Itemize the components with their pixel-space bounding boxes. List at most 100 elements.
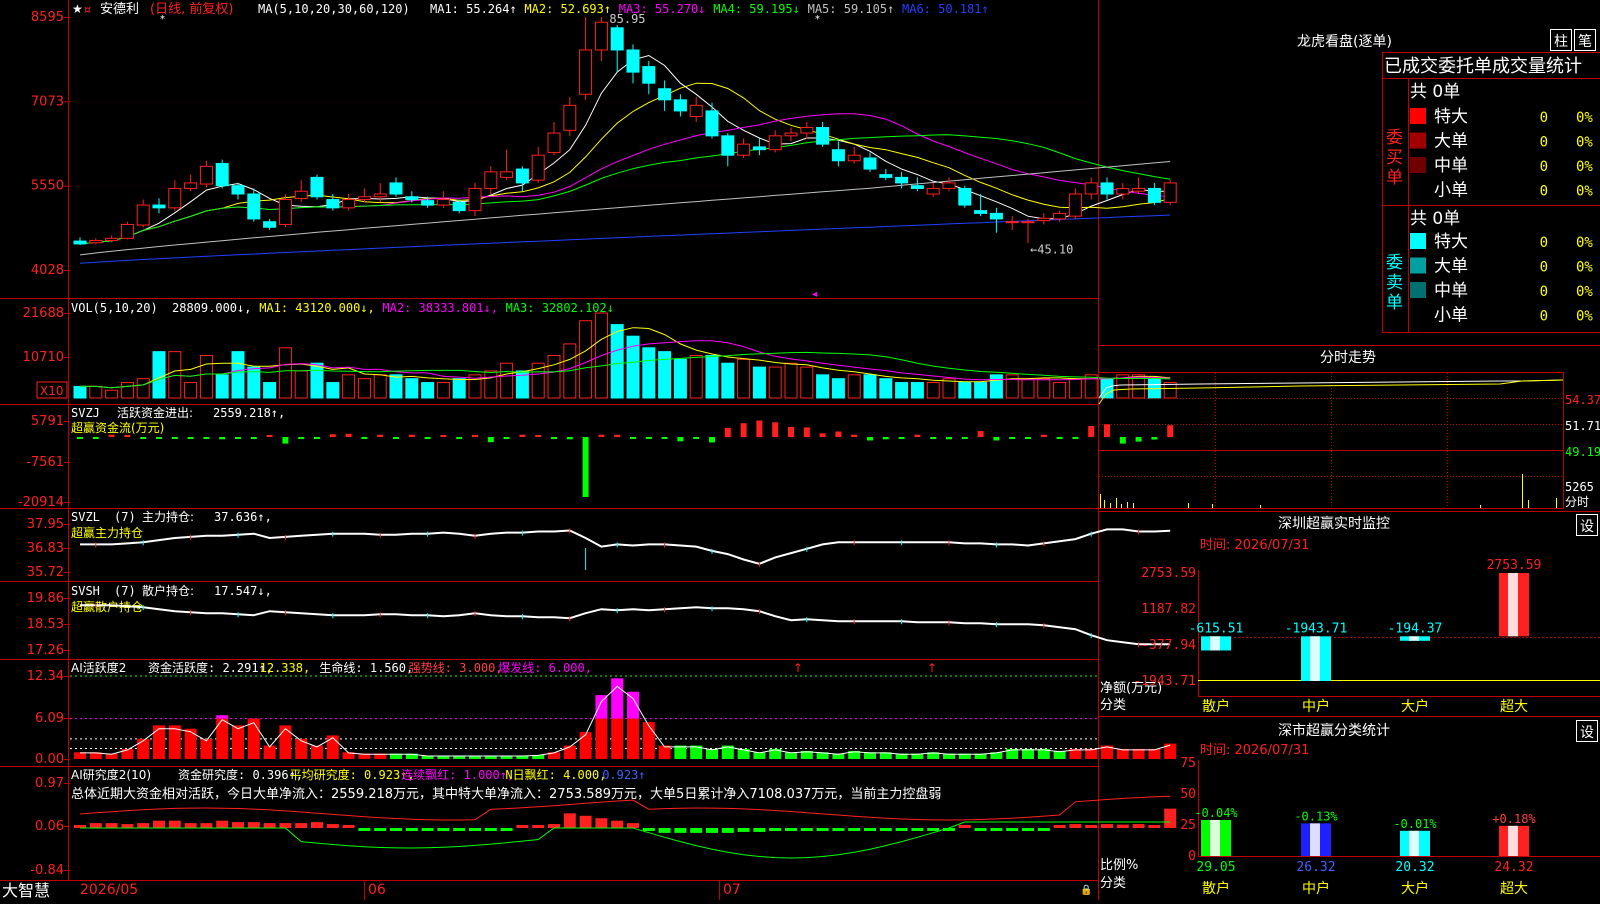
classify-category: 散户 bbox=[1202, 880, 1230, 897]
minute-y-tick: 54.37 bbox=[1565, 393, 1600, 407]
volume-bar bbox=[738, 359, 750, 398]
classify-value: 29.05 bbox=[1196, 860, 1235, 875]
candle-body bbox=[896, 177, 908, 183]
ai-research-bars bbox=[74, 796, 1176, 858]
flag-icon: ¤ bbox=[84, 3, 91, 16]
active-bar bbox=[295, 739, 307, 759]
flow-bar bbox=[346, 434, 352, 437]
retail-holding-panel[interactable]: SVSH (7) 散户持仓: 17.547↓, 超赢散户持仓 19.8618.5… bbox=[27, 583, 1170, 658]
candle-body bbox=[990, 213, 1002, 219]
ai-active-panel[interactable]: AI活跃度2 资金活跃度: 2.291↑,12.338,生命线: 1.560,强… bbox=[27, 660, 1176, 767]
order-pct: 0% bbox=[1576, 159, 1593, 175]
flow-bar bbox=[583, 437, 589, 497]
candle-body bbox=[279, 200, 291, 225]
flow-bar bbox=[899, 437, 905, 439]
flow-bar bbox=[962, 437, 968, 439]
active-bar bbox=[311, 746, 323, 759]
candle-body bbox=[437, 200, 449, 206]
candle-body bbox=[975, 211, 987, 214]
volume-bar bbox=[1038, 379, 1050, 398]
ai-research-panel[interactable]: AI研究度2(10) 资金研究度: 0.396↑,平均研究度: 0.923↑,连… bbox=[30, 767, 1176, 878]
minute-chart[interactable]: 分时走势 54.3 bbox=[1099, 350, 1600, 509]
flow-bar bbox=[914, 435, 920, 437]
main-holding-panel[interactable]: SVZL (7) 主力持仓: 37.636↑, 超赢主力持仓 37.9536.8… bbox=[27, 509, 1170, 580]
vol-y-axis: 2168810710 bbox=[23, 306, 70, 365]
classify-change: -0.13% bbox=[1294, 809, 1338, 823]
legend-item: 资金研究度: 0.396↑, bbox=[178, 767, 303, 782]
hold-line bbox=[80, 528, 1170, 570]
y-tick-label: -7561 bbox=[26, 455, 64, 470]
research-bar bbox=[106, 823, 118, 828]
volume-bar bbox=[169, 352, 181, 398]
research-bar bbox=[248, 822, 260, 828]
candle-body bbox=[327, 200, 339, 208]
buy-label-3: 单 bbox=[1386, 168, 1403, 188]
flow-bar bbox=[978, 431, 984, 437]
legend-item: MA1: 43120.000↓, bbox=[259, 301, 375, 315]
candle-body bbox=[643, 67, 655, 84]
candle-body bbox=[137, 205, 149, 225]
flow-bar bbox=[267, 435, 273, 437]
order-count: 0 bbox=[1540, 235, 1548, 251]
fund-flow-panel[interactable]: SVZJ 活跃资金进出: 2559.218↑, 超赢资金流(万元) 5791-7… bbox=[18, 405, 1173, 510]
candle-body bbox=[595, 22, 607, 50]
flow-bar bbox=[124, 435, 130, 437]
monitor-panel[interactable]: 深圳超赢实时监控 设 时间: 2026/07/31 2753.591187.82… bbox=[1100, 515, 1600, 716]
research-bar bbox=[1164, 809, 1176, 828]
research-bar bbox=[643, 828, 655, 831]
order-type: 小单 bbox=[1434, 306, 1468, 326]
flow-bar bbox=[377, 435, 383, 437]
research-bar bbox=[1133, 824, 1145, 828]
app-logo: 大智慧 bbox=[2, 881, 50, 900]
candle-body bbox=[832, 150, 844, 161]
classify-title: 深市超赢分类统计 bbox=[1278, 722, 1390, 739]
active-bar bbox=[1085, 749, 1097, 759]
volume-bar bbox=[90, 386, 102, 398]
legend-item: 12.338, bbox=[260, 661, 311, 675]
order-pct: 0% bbox=[1576, 110, 1593, 126]
candle-body bbox=[769, 136, 781, 150]
research-bar bbox=[1054, 825, 1066, 828]
hold-value: 37.636↑, bbox=[214, 510, 272, 524]
flow-bar bbox=[488, 437, 494, 442]
candle-body bbox=[753, 147, 765, 150]
research-bar bbox=[832, 828, 844, 831]
classify-time: 时间: 2026/07/31 bbox=[1200, 743, 1309, 758]
ma-lines bbox=[80, 56, 1170, 264]
candle-body bbox=[532, 155, 544, 180]
volume-panel[interactable]: VOL(5,10,20) 28809.000↓,MA1: 43120.000↓,… bbox=[23, 301, 1177, 398]
volume-bar bbox=[659, 352, 671, 398]
volume-bar bbox=[279, 348, 291, 398]
active-bar bbox=[706, 749, 718, 759]
active-bar bbox=[137, 739, 149, 759]
research-bar bbox=[90, 823, 102, 828]
flow-bar bbox=[646, 437, 652, 439]
order-pct: 0% bbox=[1576, 235, 1593, 251]
flow-bar bbox=[472, 435, 478, 437]
flow-bar bbox=[1041, 435, 1047, 437]
active-bar-top bbox=[216, 715, 228, 718]
bar-highlight bbox=[1210, 820, 1220, 856]
monitor-value-label: -1943.71 bbox=[1285, 621, 1348, 636]
volume-bar bbox=[706, 356, 718, 399]
bar-highlight bbox=[1310, 823, 1320, 856]
main-panel[interactable]: ★ ¤ 安德利 (日线, 前复权) MA(5,10,20,30,60,120) … bbox=[31, 1, 1176, 300]
active-bar bbox=[1148, 749, 1160, 759]
candle-body bbox=[659, 89, 671, 100]
y-tick-label: 37.95 bbox=[27, 517, 64, 532]
classify-change: -0.01% bbox=[1393, 817, 1437, 831]
dragon-board[interactable]: 龙虎看盘(逐单) 柱 笔 已成交委托单成交量统计 委 买 单 共 0单 特大00… bbox=[1297, 30, 1596, 326]
flow-bar bbox=[1136, 437, 1142, 442]
classify-y-tick: 50 bbox=[1180, 787, 1196, 802]
candle-body bbox=[817, 128, 829, 145]
order-type: 特大 bbox=[1434, 232, 1468, 252]
candle-body bbox=[453, 202, 465, 210]
retail-value: 17.547↓, bbox=[214, 584, 272, 598]
volume-bar bbox=[548, 356, 560, 399]
order-pct: 0% bbox=[1576, 135, 1593, 151]
research-bar bbox=[722, 828, 734, 833]
research-bar bbox=[137, 823, 149, 828]
lock-icon[interactable]: 🔒 bbox=[1080, 884, 1092, 896]
monitor-xlabel: 分类 bbox=[1100, 698, 1126, 713]
candle-body bbox=[943, 183, 955, 189]
